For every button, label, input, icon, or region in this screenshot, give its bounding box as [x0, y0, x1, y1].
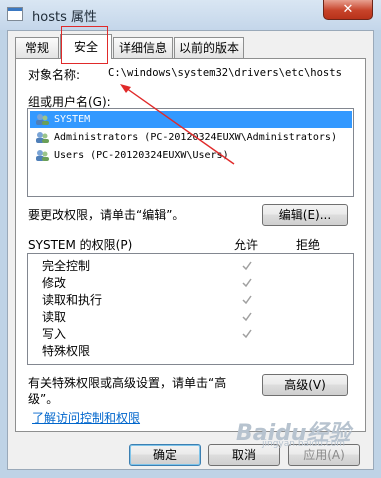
annotation-arrow: [120, 84, 235, 165]
